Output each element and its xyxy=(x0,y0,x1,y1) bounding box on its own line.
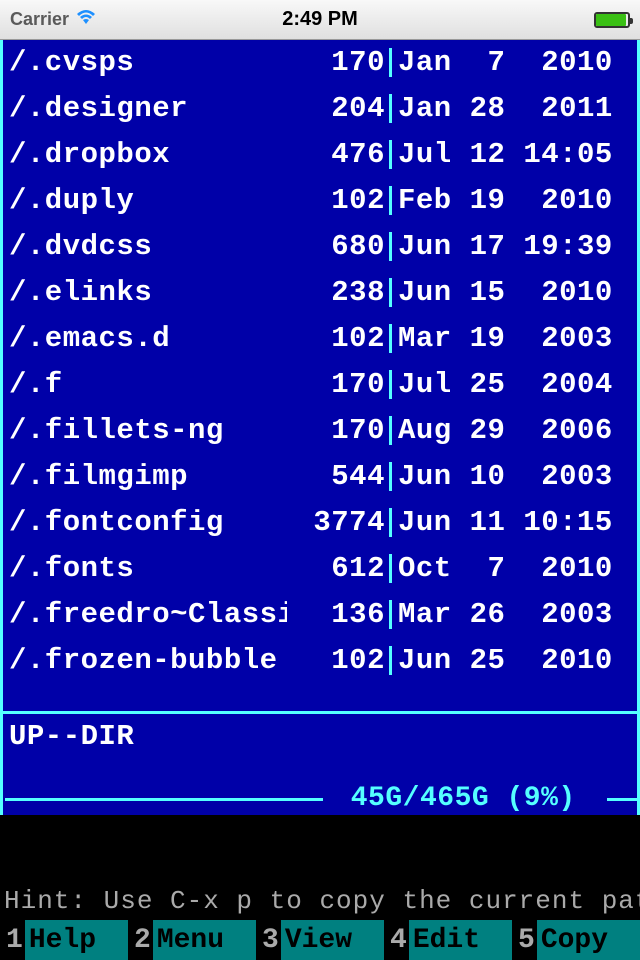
file-row[interactable]: /.designer204Jan 28 2011 xyxy=(5,94,635,140)
file-row[interactable]: /.frozen-bubble102Jun 25 2010 xyxy=(5,646,635,692)
file-name: /.cvsps xyxy=(5,48,287,77)
file-size: 170 xyxy=(287,416,392,445)
file-name: /.f xyxy=(5,370,287,399)
ios-status-bar: Carrier 2:49 PM xyxy=(0,0,640,40)
terminal[interactable]: Hint: Use C-x p to copy the current path… xyxy=(0,815,640,920)
file-size: 170 xyxy=(287,370,392,399)
file-date: Jul 12 14:05 xyxy=(392,140,622,169)
file-size: 612 xyxy=(287,554,392,583)
file-name: /.frozen-bubble xyxy=(5,646,287,675)
file-date: Jun 10 2003 xyxy=(392,462,622,491)
fkey-label: Menu xyxy=(153,920,256,960)
file-name: /.emacs.d xyxy=(5,324,287,353)
file-date: Jan 28 2011 xyxy=(392,94,622,123)
file-row[interactable]: /.fontconfig3774Jun 11 10:15 xyxy=(5,508,635,554)
file-row[interactable]: /.duply102Feb 19 2010 xyxy=(5,186,635,232)
file-size: 102 xyxy=(287,646,392,675)
updir-label: UP--DIR xyxy=(9,722,631,751)
file-size: 476 xyxy=(287,140,392,169)
file-date: Jan 7 2010 xyxy=(392,48,622,77)
mc-file-panel[interactable]: /.cvsps170Jan 7 2010/.designer204Jan 28 … xyxy=(0,40,640,815)
file-date: Oct 7 2010 xyxy=(392,554,622,583)
fkey-number: 4 xyxy=(384,925,409,956)
file-date: Mar 19 2003 xyxy=(392,324,622,353)
file-name: /.freedro~Classic xyxy=(5,600,287,629)
fkey-number: 3 xyxy=(256,925,281,956)
fkey-label: Copy xyxy=(537,920,640,960)
file-row[interactable]: /.dropbox476Jul 12 14:05 xyxy=(5,140,635,186)
file-name: /.designer xyxy=(5,94,287,123)
fkey-help[interactable]: 1Help xyxy=(0,920,128,960)
fkey-copy[interactable]: 5Copy xyxy=(512,920,640,960)
file-name: /.duply xyxy=(5,186,287,215)
file-date: Jul 25 2004 xyxy=(392,370,622,399)
file-size: 102 xyxy=(287,324,392,353)
file-size: 3774 xyxy=(287,508,392,537)
file-date: Aug 29 2006 xyxy=(392,416,622,445)
fkey-label: Help xyxy=(25,920,128,960)
file-date: Jun 11 10:15 xyxy=(392,508,622,537)
file-size: 544 xyxy=(287,462,392,491)
file-row[interactable]: /.f170Jul 25 2004 xyxy=(5,370,635,416)
file-row[interactable]: /.fillets-ng170Aug 29 2006 xyxy=(5,416,635,462)
file-row[interactable]: /.freedro~Classic136Mar 26 2003 xyxy=(5,600,635,646)
clock-time: 2:49 PM xyxy=(282,8,358,31)
file-size: 102 xyxy=(287,186,392,215)
file-name: /.fillets-ng xyxy=(5,416,287,445)
file-size: 204 xyxy=(287,94,392,123)
file-date: Feb 19 2010 xyxy=(392,186,622,215)
fkey-number: 1 xyxy=(0,925,25,956)
file-row[interactable]: /.cvsps170Jan 7 2010 xyxy=(5,48,635,94)
fkey-number: 5 xyxy=(512,925,537,956)
fkey-label: Edit xyxy=(409,920,512,960)
file-name: /.fontconfig xyxy=(5,508,287,537)
fkey-number: 2 xyxy=(128,925,153,956)
file-name: /.fonts xyxy=(5,554,287,583)
fkey-label: View xyxy=(281,920,384,960)
file-row[interactable]: /.fonts612Oct 7 2010 xyxy=(5,554,635,600)
file-name: /.elinks xyxy=(5,278,287,307)
fkey-menu[interactable]: 2Menu xyxy=(128,920,256,960)
file-list[interactable]: /.cvsps170Jan 7 2010/.designer204Jan 28 … xyxy=(3,40,637,692)
file-row[interactable]: /.dvdcss680Jun 17 19:39 xyxy=(5,232,635,278)
file-name: /.dvdcss xyxy=(5,232,287,261)
file-date: Jun 17 19:39 xyxy=(392,232,622,261)
file-size: 136 xyxy=(287,600,392,629)
disk-usage: 45G/465G (9%) xyxy=(325,785,601,813)
file-date: Jun 25 2010 xyxy=(392,646,622,675)
file-name: /.dropbox xyxy=(5,140,287,169)
function-key-bar: 1Help2Menu3View4Edit5Copy xyxy=(0,920,640,960)
file-size: 238 xyxy=(287,278,392,307)
fkey-view[interactable]: 3View xyxy=(256,920,384,960)
file-row[interactable]: /.emacs.d102Mar 19 2003 xyxy=(5,324,635,370)
file-size: 680 xyxy=(287,232,392,261)
hint-text: Hint: Use C-x p to copy the current path xyxy=(4,885,636,919)
file-row[interactable]: /.elinks238Jun 15 2010 xyxy=(5,278,635,324)
carrier-label: Carrier xyxy=(10,9,69,30)
file-date: Mar 26 2003 xyxy=(392,600,622,629)
file-date: Jun 15 2010 xyxy=(392,278,622,307)
panel-footer: UP--DIR 45G/465G (9%) xyxy=(3,711,637,815)
file-row[interactable]: /.filmgimp544Jun 10 2003 xyxy=(5,462,635,508)
file-size: 170 xyxy=(287,48,392,77)
wifi-icon xyxy=(75,8,97,32)
battery-icon xyxy=(594,12,630,28)
file-name: /.filmgimp xyxy=(5,462,287,491)
fkey-edit[interactable]: 4Edit xyxy=(384,920,512,960)
